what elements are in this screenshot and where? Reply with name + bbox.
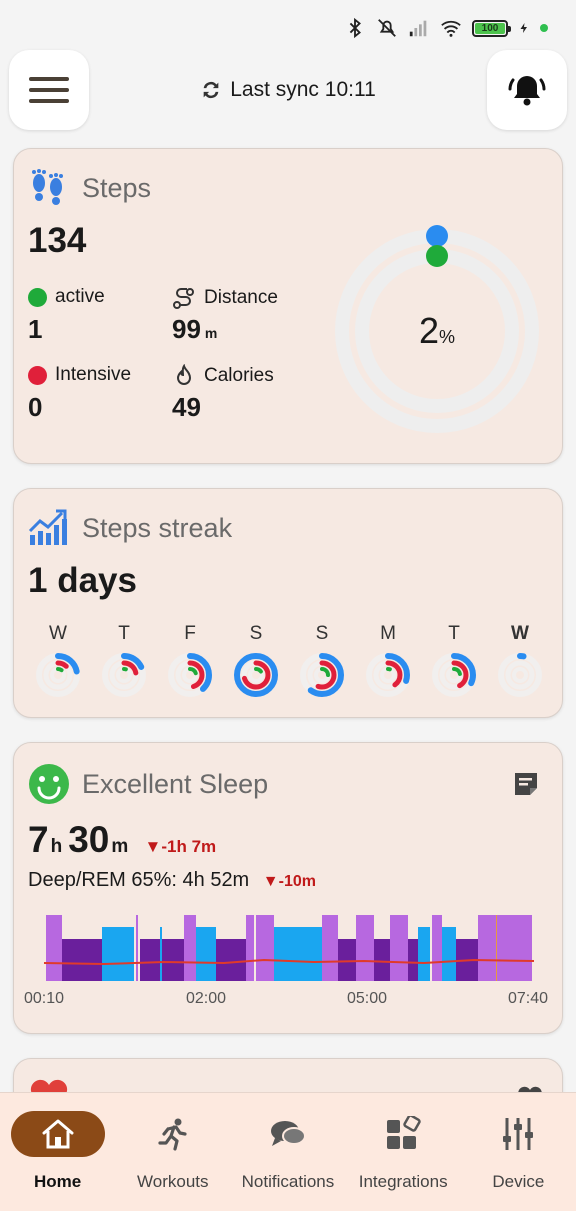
sync-text: Last sync 10:11 [230, 78, 376, 101]
sync-icon [203, 81, 219, 99]
wifi-icon [441, 20, 461, 37]
intensive-value: 0 [28, 392, 43, 422]
calories-value: 49 [172, 392, 201, 422]
running-icon [158, 1118, 187, 1151]
active-label: active [28, 286, 105, 308]
streak-day-label: W [511, 623, 529, 644]
bell-ringing-icon [508, 76, 546, 106]
smiley-icon [29, 764, 69, 804]
streak-day-rings [234, 653, 278, 697]
sleep-delta: ▼-1h 7m [144, 837, 217, 856]
streak-day-rings [300, 653, 344, 697]
streak-day: T [100, 623, 148, 699]
streak-day-rings [36, 653, 80, 697]
nav-device-label: Device [492, 1172, 545, 1191]
streak-day: M [364, 623, 412, 699]
axis-end: 07:40 [508, 990, 549, 1007]
battery-icon: 100 [472, 19, 511, 37]
charge-dot [540, 24, 548, 32]
streak-day-rings [366, 653, 410, 697]
steps-streak-card[interactable]: Steps streak 1 days W T F S S M T W [13, 488, 563, 718]
steps-progress-ring: 2% [328, 222, 546, 440]
nav-integrations-label: Integrations [358, 1172, 448, 1191]
sleep-card[interactable]: Excellent Sleep 7 h 30 m ▼-1h 7m Deep/REM 6… [13, 742, 563, 1034]
streak-day-rings [498, 653, 542, 697]
note-icon[interactable] [512, 770, 540, 798]
flame-icon [176, 364, 192, 385]
streak-day: S [298, 623, 346, 699]
nav-workouts-label: Workouts [137, 1172, 209, 1191]
nav-notifications[interactable]: Notifications [230, 1093, 345, 1211]
nav-device[interactable]: Device [461, 1093, 576, 1211]
calories-label: Calories [172, 364, 274, 388]
ring-intensive-track [505, 660, 535, 690]
nav-notifications-label: Notifications [241, 1172, 335, 1191]
streak-day-label: M [380, 623, 396, 644]
route-icon [173, 288, 194, 309]
axis-tick-2: 02:00 [186, 990, 227, 1007]
steps-percent: 2% [418, 310, 456, 351]
nav-home[interactable]: Home [0, 1093, 115, 1211]
streak-day-label: S [315, 623, 329, 644]
week-rings: WTFSSMTW [34, 623, 544, 699]
streak-day-label: S [249, 623, 263, 644]
steps-count: 134 [28, 221, 87, 260]
deep-rem-summary: Deep/REM 65%: 4h 52m ▼-10m [28, 869, 316, 891]
streak-day: W [34, 623, 82, 699]
intensive-label: Intensive [28, 364, 131, 386]
ring-active-track [512, 667, 528, 683]
status-bar: 100 [0, 0, 576, 46]
charging-icon [520, 23, 527, 33]
mute-icon [378, 19, 396, 37]
streak-day: S [232, 623, 280, 699]
sleep-duration: 7 h 30 m ▼-1h 7m [28, 819, 217, 860]
streak-day: W [496, 623, 544, 699]
home-icon [42, 1119, 74, 1149]
deep-delta: ▼-10m [262, 873, 316, 890]
bottom-navigation: Home Workouts Notifications Integrations… [0, 1092, 576, 1211]
active-value: 1 [28, 314, 43, 344]
bluetooth-icon [349, 17, 361, 39]
active-dot [28, 287, 47, 307]
nav-integrations[interactable]: Integrations [346, 1093, 461, 1211]
integrations-icon [387, 1116, 421, 1149]
signal-icon [409, 20, 427, 37]
alarm-button[interactable] [487, 50, 567, 130]
streak-day-label: T [118, 623, 130, 644]
streak-value: 1 days [28, 561, 137, 600]
sleep-stages-chart [44, 915, 534, 981]
streak-day-label: W [49, 623, 67, 644]
steps-card[interactable]: Steps 134 active 1 Distance 99 m Intensiv… [13, 148, 563, 464]
streak-day-label: F [184, 623, 196, 644]
distance-value: 99 m [172, 314, 218, 344]
axis-tick-5: 05:00 [347, 990, 388, 1007]
top-bar: Last sync 10:11 [0, 50, 576, 132]
footprints-icon [32, 169, 63, 205]
chat-icon [270, 1121, 306, 1146]
axis-start: 00:10 [24, 990, 65, 1007]
streak-day: T [430, 623, 478, 699]
streak-day-label: T [448, 623, 460, 644]
distance-label: Distance [172, 286, 278, 310]
streak-day: F [166, 623, 214, 699]
nav-workouts[interactable]: Workouts [115, 1093, 230, 1211]
streak-title: Steps streak [82, 513, 233, 543]
streak-day-rings [432, 653, 476, 697]
nav-home-label: Home [33, 1172, 82, 1191]
steps-title: Steps [82, 173, 152, 203]
trend-up-icon [28, 509, 67, 545]
streak-day-rings [102, 653, 146, 697]
sliders-icon [503, 1118, 534, 1150]
streak-day-rings [168, 653, 212, 697]
sleep-title: Excellent Sleep [82, 769, 269, 799]
intensive-dot [28, 365, 47, 385]
